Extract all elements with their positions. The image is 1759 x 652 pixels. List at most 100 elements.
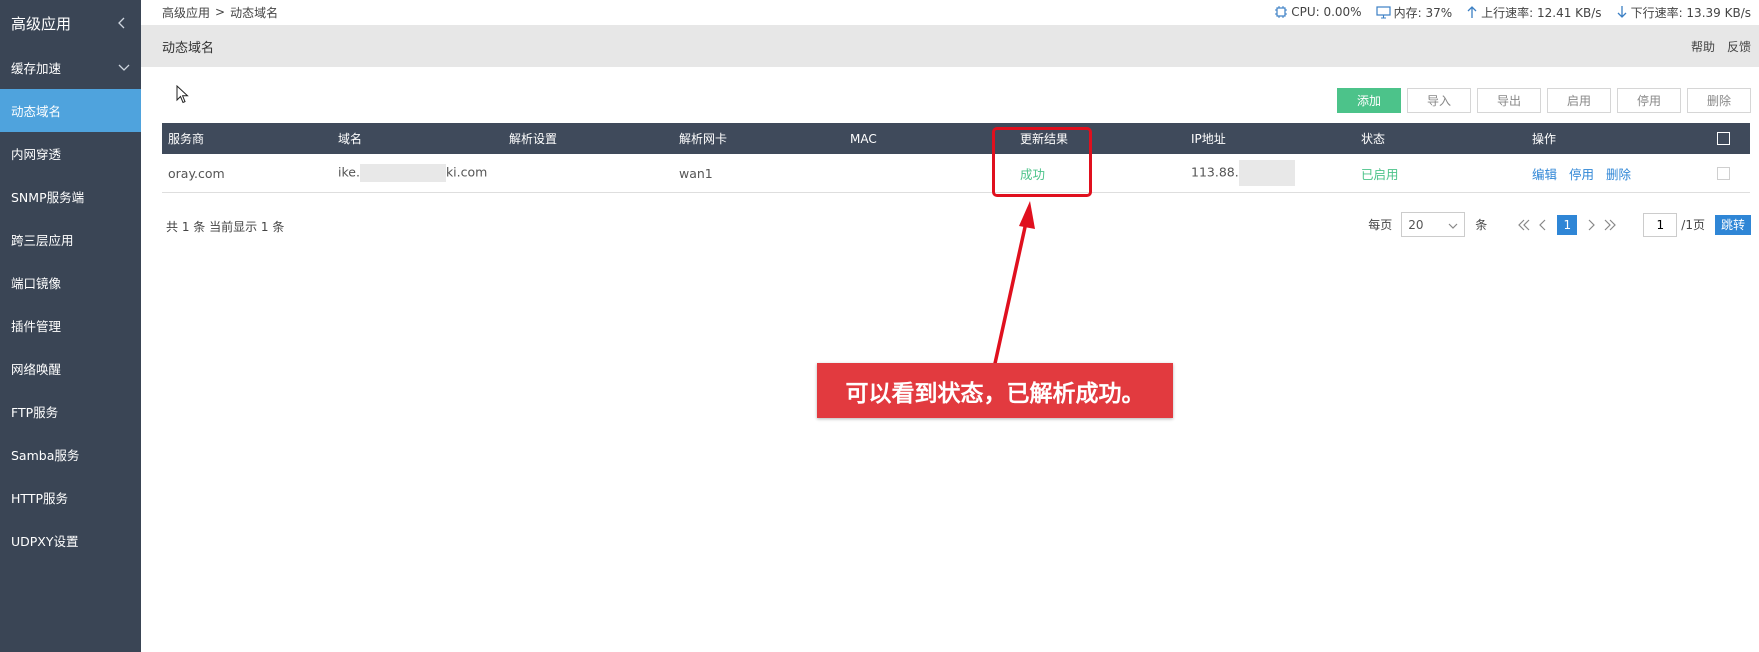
- row-checkbox[interactable]: [1716, 166, 1730, 180]
- cell-nic: wan1: [679, 165, 713, 181]
- sidebar-item-label: FTP服务: [11, 405, 59, 420]
- breadcrumb-current: 动态域名: [230, 5, 279, 20]
- column-header-provider: 服务商: [168, 132, 205, 146]
- last-page-icon[interactable]: [1601, 219, 1619, 231]
- page-number-input[interactable]: [1643, 212, 1678, 237]
- sidebar-item-label: 动态域名: [11, 104, 62, 119]
- enable-button[interactable]: 启用: [1547, 88, 1611, 113]
- export-button[interactable]: 导出: [1477, 88, 1541, 113]
- arrow-down-icon: [1616, 5, 1628, 19]
- sidebar-item-label: 跨三层应用: [11, 233, 74, 248]
- sidebar-item-wol[interactable]: 网络唤醒: [0, 347, 141, 390]
- sidebar-item-label: 端口镜像: [11, 276, 62, 291]
- cell-actions: 编辑 停用 删除: [1526, 164, 1696, 183]
- sidebar-item-label: HTTP服务: [11, 491, 68, 506]
- sidebar-item-snmp[interactable]: SNMP服务端: [0, 175, 141, 218]
- select-all-checkbox[interactable]: [1696, 132, 1750, 145]
- mouse-cursor-icon: [176, 84, 190, 109]
- jump-button[interactable]: 跳转: [1714, 214, 1751, 235]
- help-link[interactable]: 帮助: [1691, 38, 1715, 55]
- sidebar-item-label: 缓存加速: [11, 61, 62, 76]
- sidebar-item-nat-traversal[interactable]: 内网穿透: [0, 132, 141, 175]
- cpu-stat: CPU: 0.00%: [1274, 5, 1362, 19]
- memory-stat: 内存: 37%: [1375, 4, 1453, 21]
- table-row: oray.com ike. ki.com wan1 成功 113.88. 已启用 …: [162, 154, 1750, 193]
- pagination: 每页 20 条 1 /1页 跳转: [1368, 212, 1751, 237]
- cpu-value: CPU: 0.00%: [1291, 5, 1362, 19]
- annotation-callout: 可以看到状态，已解析成功。: [817, 363, 1173, 418]
- sidebar-item-label: Samba服务: [11, 448, 80, 463]
- record-summary: 共 1 条 当前显示 1 条: [166, 220, 285, 234]
- column-header-resolve: 解析设置: [509, 132, 558, 146]
- cell-provider: oray.com: [168, 165, 225, 181]
- monitor-icon: [1375, 5, 1391, 19]
- column-header-ip: IP地址: [1191, 132, 1226, 146]
- sidebar-item-label: 网络唤醒: [11, 362, 62, 377]
- sidebar-item-label: 内网穿透: [11, 147, 62, 162]
- per-page-unit: 条: [1475, 218, 1488, 232]
- sidebar-item-plugins[interactable]: 插件管理: [0, 304, 141, 347]
- chevron-down-icon: [117, 61, 131, 75]
- download-stat: 下行速率: 13.39 KB/s: [1616, 4, 1751, 21]
- row-select: [1696, 166, 1750, 180]
- first-page-icon[interactable]: [1515, 219, 1533, 231]
- redacted-text: [1238, 160, 1295, 186]
- table-header: 服务商 域名 解析设置 解析网卡 MAC 更新结果 IP地址 状态 操作: [162, 123, 1750, 154]
- edit-link[interactable]: 编辑: [1532, 167, 1557, 182]
- sidebar-item-cache[interactable]: 缓存加速: [0, 46, 141, 89]
- per-page-label: 每页: [1368, 218, 1393, 232]
- title-links: 帮助 反馈: [1691, 38, 1751, 55]
- import-button[interactable]: 导入: [1407, 88, 1471, 113]
- redacted-text: [359, 164, 446, 182]
- action-toolbar: 添加 导入 导出 启用 停用 删除: [1337, 88, 1751, 113]
- disable-link[interactable]: 停用: [1569, 167, 1594, 182]
- column-header-mac: MAC: [850, 131, 877, 146]
- breadcrumb-separator: >: [215, 5, 226, 19]
- sidebar-item-layer3[interactable]: 跨三层应用: [0, 218, 141, 261]
- per-page-select[interactable]: 20: [1401, 212, 1466, 237]
- cell-domain: ike. ki.com: [332, 164, 503, 182]
- sidebar-item-label: 插件管理: [11, 319, 62, 334]
- sidebar: 高级应用 缓存加速 动态域名 内网穿透 SNMP服务端 跨三层应用 端口镜像 插…: [0, 0, 141, 652]
- page-title-bar: 动态域名 帮助 反馈: [141, 25, 1759, 67]
- memory-value: 内存: 37%: [1393, 5, 1453, 20]
- ddns-table: 服务商 域名 解析设置 解析网卡 MAC 更新结果 IP地址 状态 操作 ora…: [162, 123, 1750, 193]
- sidebar-title: 高级应用: [11, 14, 72, 33]
- ip-prefix: 113.88.: [1191, 164, 1239, 180]
- add-button[interactable]: 添加: [1337, 88, 1401, 113]
- column-header-nic: 解析网卡: [679, 132, 728, 146]
- page-title: 动态域名: [162, 40, 215, 56]
- disable-button[interactable]: 停用: [1617, 88, 1681, 113]
- sidebar-item-udpxy[interactable]: UDPXY设置: [0, 519, 141, 562]
- cell-ip: 113.88.: [1185, 160, 1355, 186]
- total-pages: /1页: [1681, 218, 1705, 232]
- download-value: 下行速率: 13.39 KB/s: [1630, 5, 1751, 20]
- feedback-link[interactable]: 反馈: [1727, 38, 1751, 55]
- sidebar-item-samba[interactable]: Samba服务: [0, 433, 141, 476]
- sidebar-item-ddns[interactable]: 动态域名: [0, 89, 141, 132]
- chevron-down-icon: [1448, 218, 1458, 232]
- current-page-button[interactable]: 1: [1557, 214, 1578, 235]
- upload-stat: 上行速率: 12.41 KB/s: [1466, 4, 1602, 21]
- column-header-actions: 操作: [1532, 132, 1557, 146]
- chevron-left-icon[interactable]: [113, 15, 129, 31]
- sidebar-item-http[interactable]: HTTP服务: [0, 476, 141, 519]
- sidebar-item-ftp[interactable]: FTP服务: [0, 390, 141, 433]
- next-page-icon[interactable]: [1583, 219, 1601, 231]
- breadcrumb-root[interactable]: 高级应用: [162, 4, 210, 21]
- delete-button[interactable]: 删除: [1687, 88, 1751, 113]
- column-header-status: 状态: [1361, 132, 1386, 146]
- sidebar-item-port-mirror[interactable]: 端口镜像: [0, 261, 141, 304]
- column-header-domain: 域名: [338, 132, 363, 146]
- sidebar-item-label: UDPXY设置: [11, 534, 79, 549]
- checkbox[interactable]: [1716, 132, 1730, 145]
- prev-page-icon[interactable]: [1533, 219, 1551, 231]
- upload-value: 上行速率: 12.41 KB/s: [1481, 5, 1602, 20]
- delete-link[interactable]: 删除: [1606, 167, 1631, 182]
- system-stats: CPU: 0.00% 内存: 37% 上行速率: 12.41 KB/s 下行速率…: [1274, 4, 1751, 21]
- sidebar-item-label: SNMP服务端: [11, 190, 85, 205]
- cell-status: 已启用: [1361, 166, 1399, 182]
- domain-suffix: ki.com: [445, 164, 488, 180]
- breadcrumb: 高级应用 > 动态域名: [162, 4, 278, 21]
- top-bar: 高级应用 > 动态域名 CPU: 0.00% 内存: 37% 上行速率: 12.…: [141, 0, 1759, 24]
